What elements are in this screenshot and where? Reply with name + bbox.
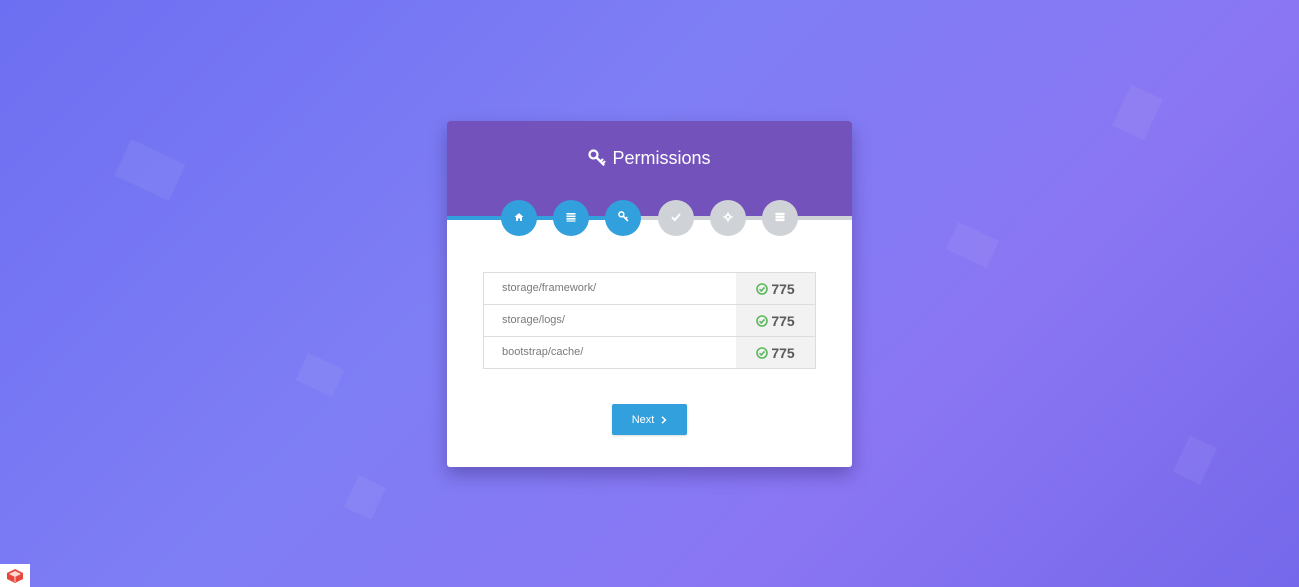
permission-value-cell: 775	[736, 273, 815, 304]
step-environment[interactable]	[658, 200, 694, 236]
check-circle-icon	[756, 314, 769, 327]
table-row: storage/logs/ 775	[484, 305, 815, 337]
page-title: Permissions	[447, 147, 852, 172]
permission-path: bootstrap/cache/	[502, 346, 584, 358]
background-shape	[1112, 84, 1163, 141]
background-shape	[1172, 435, 1218, 485]
check-icon	[671, 209, 681, 227]
step-settings[interactable]	[710, 200, 746, 236]
permission-value: 775	[771, 280, 795, 297]
step-requirements[interactable]	[553, 200, 589, 236]
next-button[interactable]: Next	[612, 404, 687, 435]
background-shape	[295, 352, 345, 398]
chevron-right-icon	[661, 415, 667, 424]
step-permissions[interactable]	[605, 200, 641, 236]
check-circle-icon	[756, 282, 769, 295]
permissions-card: Permissions storage/framework/ 775 stora…	[447, 121, 852, 467]
page-title-text: Permissions	[612, 148, 711, 168]
server-icon	[775, 209, 785, 227]
next-button-label: Next	[631, 413, 655, 426]
permissions-table: storage/framework/ 775 storage/logs/ 775…	[483, 272, 816, 369]
wizard-steps	[447, 200, 852, 236]
table-row: storage/framework/ 775	[484, 273, 815, 305]
check-circle-icon	[756, 346, 769, 359]
gear-icon	[723, 209, 733, 227]
permission-value-cell: 775	[736, 337, 815, 368]
step-welcome[interactable]	[501, 200, 537, 236]
permission-value: 775	[771, 344, 795, 361]
table-row: bootstrap/cache/ 775	[484, 337, 815, 368]
step-finish[interactable]	[762, 200, 798, 236]
background-shape	[114, 139, 186, 201]
background-shape	[945, 221, 1000, 269]
permission-value-cell: 775	[736, 305, 815, 336]
app-logo	[0, 564, 30, 587]
permission-path: storage/logs/	[502, 314, 565, 326]
background-shape	[344, 475, 386, 520]
home-icon	[514, 209, 524, 227]
permission-path: storage/framework/	[502, 282, 597, 294]
permission-value: 775	[771, 312, 795, 329]
key-icon	[617, 209, 629, 227]
list-icon	[566, 209, 576, 227]
key-icon	[588, 149, 606, 172]
